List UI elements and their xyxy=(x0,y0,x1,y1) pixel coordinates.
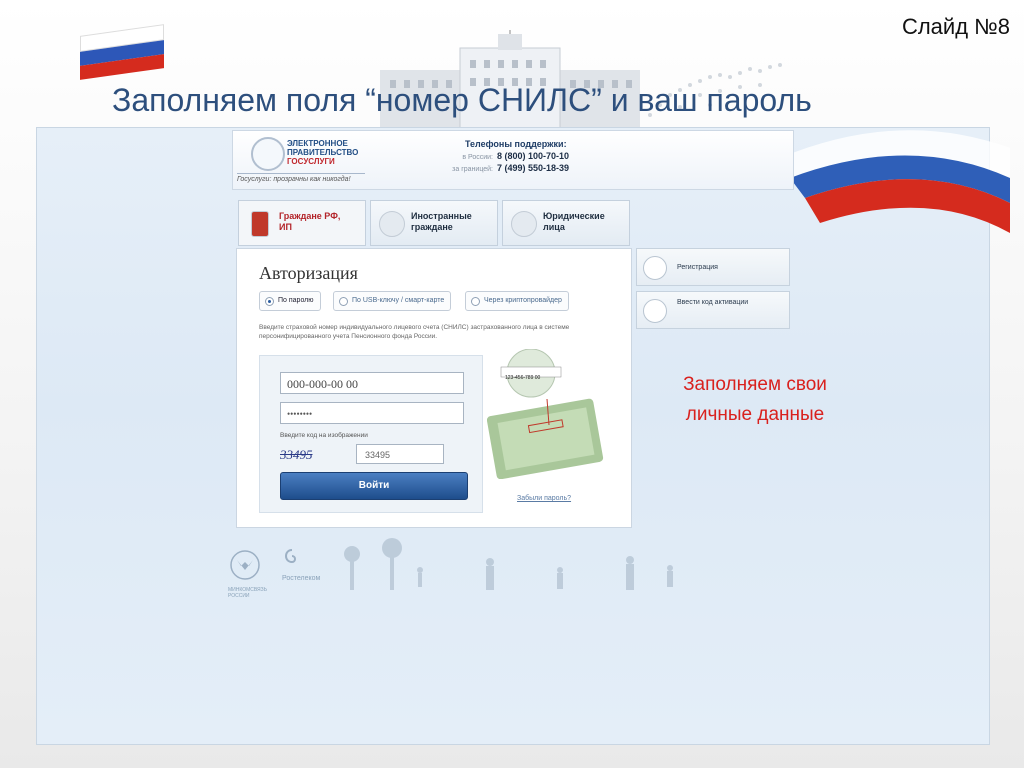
radio-label: Через криптопровайдер xyxy=(484,297,562,304)
gosuslugi-logo-icon[interactable] xyxy=(251,137,285,171)
logo-line: ЭЛЕКТРОННОЕ xyxy=(287,139,348,148)
login-button[interactable]: Войти xyxy=(280,472,468,500)
rostelecom-logo[interactable]: Ростелеком xyxy=(282,548,320,582)
side-button-label: Ввести код активации xyxy=(677,299,749,306)
forgot-password-link[interactable]: Забыли пароль? xyxy=(517,495,571,502)
support-label: за границей: xyxy=(452,166,493,173)
method-crypto-radio[interactable]: Через криптопровайдер xyxy=(465,291,569,311)
login-fields: 000-000-00 00 •••••••• Введите код на из… xyxy=(259,355,483,513)
person-icon xyxy=(643,256,667,280)
logo-line: ПРАВИТЕЛЬСТВО xyxy=(287,148,359,157)
snils-card-image: 123-456-789 00 xyxy=(487,349,604,479)
support-number: 8 (800) 100-70-10 xyxy=(497,151,570,161)
operator-label: Ростелеком xyxy=(282,575,321,582)
russian-flag-icon xyxy=(80,24,164,80)
tab-legal-entities[interactable]: Юридические лица xyxy=(502,200,630,246)
activation-code-button[interactable]: Ввести код активации xyxy=(636,291,790,329)
snils-input[interactable]: 000-000-00 00 xyxy=(280,372,464,394)
site-logo-text[interactable]: ЭЛЕКТРОННОЕ ПРАВИТЕЛЬСТВО ГОСУСЛУГИ xyxy=(287,139,377,166)
globe-icon xyxy=(379,211,405,237)
note-line: Заполняем свои xyxy=(683,374,827,395)
passport-icon xyxy=(251,211,269,237)
support-row: за границей: 7 (499) 550-18-39 xyxy=(435,163,635,173)
support-label: в России: xyxy=(462,154,493,161)
tab-citizens[interactable]: Граждане РФ, ИП xyxy=(238,200,366,246)
logo-line-red: ГОСУСЛУГИ xyxy=(287,157,335,166)
rostelecom-icon xyxy=(285,549,296,564)
captcha-input[interactable]: 33495 xyxy=(356,444,444,464)
tab-label: Юридические лица xyxy=(543,211,605,232)
slide-note: Заполняем свои личные данные xyxy=(650,370,860,430)
site-tagline: Госуслуги: прозрачны как никогда! xyxy=(237,173,365,183)
tab-label: Граждане РФ, ИП xyxy=(279,211,341,232)
eagle-emblem-icon xyxy=(230,550,260,580)
captcha-image: 33495 xyxy=(280,447,313,462)
briefcase-icon xyxy=(511,211,537,237)
radio-label: По паролю xyxy=(278,297,314,304)
captcha-label: Введите код на изображении xyxy=(280,432,368,439)
flag-swoosh-decoration xyxy=(780,130,1010,233)
card-number: 123-456-789 00 xyxy=(505,375,541,381)
note-line: личные данные xyxy=(685,404,825,425)
side-button-label: Регистрация xyxy=(677,264,718,271)
method-password-radio[interactable]: По паролю xyxy=(259,291,321,311)
ministry-logo[interactable]: МИНКОМСВЯЗЬ РОССИИ xyxy=(228,548,268,599)
password-input[interactable]: •••••••• xyxy=(280,402,464,424)
radio-label: По USB-ключу / смарт-карте xyxy=(352,297,445,304)
radio-dot-icon xyxy=(471,297,480,306)
tab-label: Иностранные граждане xyxy=(411,211,472,232)
authorization-form: Авторизация По паролю По USB-ключу / сма… xyxy=(236,248,632,528)
snils-hint: Введите страховой номер индивидуального … xyxy=(259,324,570,340)
method-usb-radio[interactable]: По USB-ключу / смарт-карте xyxy=(333,291,452,311)
tab-foreigners[interactable]: Иностранные граждане xyxy=(370,200,498,246)
support-title: Телефоны поддержки: xyxy=(465,139,567,149)
radio-dot-icon xyxy=(339,297,348,306)
people-silhouettes-decoration xyxy=(344,538,673,590)
slide-number: Слайд №8 xyxy=(901,14,1010,39)
auth-title: Авторизация xyxy=(259,263,358,283)
ministry-label: МИНКОМСВЯЗЬ РОССИИ xyxy=(228,587,267,599)
register-button[interactable]: Регистрация xyxy=(636,248,790,286)
slide-title: Заполняем поля “номер СНИЛС” и ваш парол… xyxy=(112,82,812,118)
keypad-icon xyxy=(643,299,667,323)
site-header: ЭЛЕКТРОННОЕ ПРАВИТЕЛЬСТВО ГОСУСЛУГИ Госу… xyxy=(232,130,794,190)
support-row: в России: 8 (800) 100-70-10 xyxy=(435,151,635,161)
radio-dot-icon xyxy=(265,297,274,306)
support-number: 7 (499) 550-18-39 xyxy=(497,163,570,173)
